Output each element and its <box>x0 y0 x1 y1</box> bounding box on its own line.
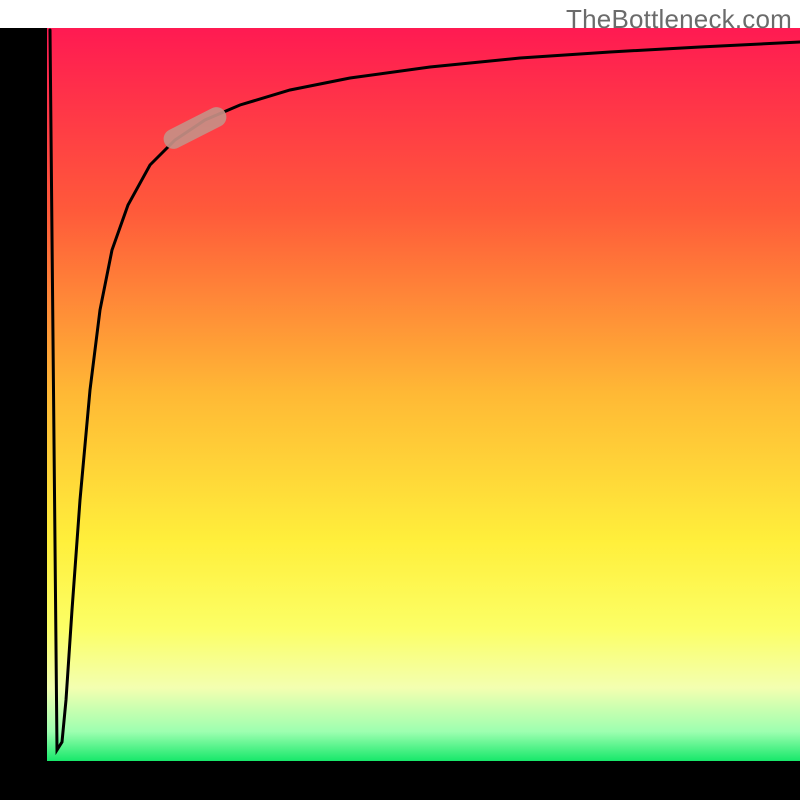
bottleneck-chart <box>0 0 800 800</box>
chart-plot-area <box>47 28 800 761</box>
watermark-label: TheBottleneck.com <box>566 4 792 35</box>
chart-stage: TheBottleneck.com <box>0 0 800 800</box>
